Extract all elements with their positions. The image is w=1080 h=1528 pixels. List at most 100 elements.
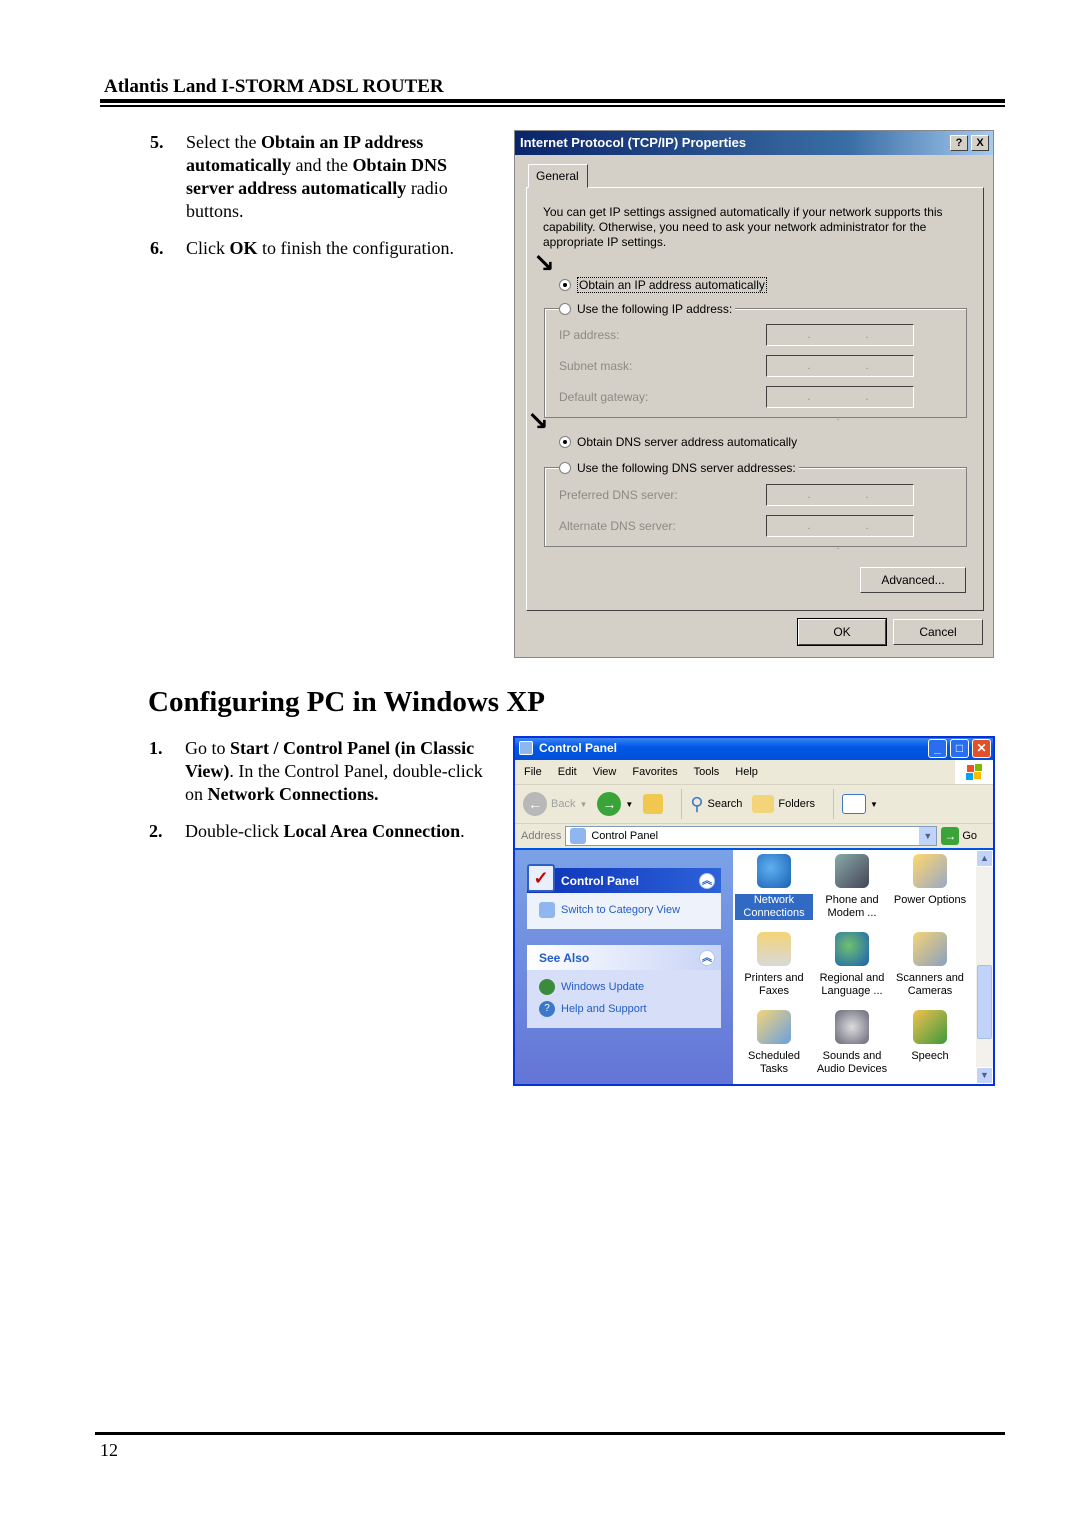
radio-use-following-dns[interactable]: Use the following DNS server addresses: <box>559 461 799 475</box>
collapse-chevron-icon[interactable]: ︽ <box>699 949 715 966</box>
radio-obtain-dns-auto[interactable]: Obtain DNS server address automatically <box>559 435 797 449</box>
menu-edit[interactable]: Edit <box>558 766 577 778</box>
menu-tools[interactable]: Tools <box>694 766 720 778</box>
ip-address-input[interactable]: . . . <box>766 355 914 392</box>
minimize-button[interactable]: _ <box>928 739 947 758</box>
icon-view: Network Connections Phone and Modem ... Po… <box>733 850 993 1084</box>
step-number: 5. <box>150 132 164 152</box>
menu-help[interactable]: Help <box>735 766 758 778</box>
ok-button[interactable]: OK <box>797 618 887 646</box>
ip-address-input[interactable]: . . . <box>766 484 914 521</box>
tcpip-properties-dialog: Internet Protocol (TCP/IP) Properties ? … <box>514 130 994 658</box>
go-arrow-icon: → <box>941 827 960 845</box>
go-button[interactable]: → Go <box>941 827 977 845</box>
folders-icon <box>752 795 775 813</box>
scanner-camera-icon <box>913 932 947 966</box>
address-bar: Address Control Panel ▼ → Go <box>515 824 993 848</box>
arrow-pointer-icon: ↘ <box>533 249 555 279</box>
ip-address-input[interactable]: . . . <box>766 386 914 423</box>
printer-icon <box>757 932 791 966</box>
steps-list-bottom: 1. Go to Start / Control Panel (in Classi… <box>149 737 489 857</box>
control-panel-item[interactable]: Sounds and Audio Devices <box>813 1010 891 1088</box>
address-input[interactable]: Control Panel ▼ <box>565 826 938 846</box>
ip-address-input[interactable]: . . . <box>766 324 914 361</box>
power-plug-icon <box>913 854 947 888</box>
vertical-scrollbar[interactable]: ▲ ▼ <box>976 850 993 1084</box>
maximize-button[interactable]: □ <box>950 739 969 758</box>
item-label: Scheduled Tasks <box>748 1050 800 1075</box>
header-rule-thin <box>100 105 1005 107</box>
step-item: 5. Select the Obtain an IP address automa… <box>150 131 490 223</box>
menu-view[interactable]: View <box>593 766 617 778</box>
help-icon: ? <box>539 1001 555 1017</box>
step-item: 1. Go to Start / Control Panel (in Classi… <box>149 737 489 806</box>
intro-text: You can get IP settings assigned automat… <box>543 205 943 249</box>
radio-use-following-ip[interactable]: Use the following IP address: <box>559 302 736 316</box>
address-dropdown-icon[interactable]: ▼ <box>919 827 937 845</box>
window-body: Control Panel ︽ Switch to Category View … <box>515 850 993 1084</box>
control-panel-item[interactable]: Regional and Language ... <box>813 932 891 1010</box>
phone-modem-icon <box>835 854 869 888</box>
speaker-icon <box>835 1010 869 1044</box>
item-label: Phone and Modem ... <box>825 894 879 919</box>
windows-update-link[interactable]: Windows Update <box>539 976 711 998</box>
radio-label: Use the following DNS server addresses: <box>577 461 796 475</box>
scrollbar-thumb[interactable] <box>977 965 992 1039</box>
up-folder-button[interactable] <box>643 794 664 814</box>
scroll-down-icon[interactable]: ▼ <box>976 1067 993 1084</box>
window-title: Control Panel <box>539 741 618 755</box>
step-item: 6. Click OK to finish the configuration. <box>150 237 490 260</box>
speech-person-icon <box>913 1010 947 1044</box>
help-button[interactable]: ? <box>950 135 968 151</box>
folders-button[interactable]: Folders <box>752 795 815 813</box>
control-panel-item[interactable]: Scanners and Cameras <box>891 932 969 1010</box>
step-emphasis: Local Area Connection <box>283 821 461 841</box>
taskbox-header[interactable]: Control Panel ︽ <box>527 868 721 893</box>
close-button[interactable]: X <box>971 135 989 151</box>
control-panel-window: Control Panel _ □ ✕ File Edit View Favorite… <box>513 736 995 1086</box>
menu-file[interactable]: File <box>524 766 542 778</box>
clock-folder-icon <box>757 1010 791 1044</box>
control-panel-item[interactable]: Phone and Modem ... <box>813 854 891 932</box>
control-panel-item[interactable]: Printers and Faxes <box>735 932 813 1010</box>
scroll-up-icon[interactable]: ▲ <box>976 850 993 867</box>
chevron-down-icon: ▼ <box>625 799 634 809</box>
field-label: IP address: <box>559 328 620 342</box>
ip-address-input[interactable]: . . . <box>766 515 914 552</box>
step-number: 1. <box>149 738 163 758</box>
close-button[interactable]: ✕ <box>972 739 991 758</box>
search-button[interactable]: ⚲ Search <box>690 794 742 815</box>
item-label: Power Options <box>893 894 967 906</box>
step-number: 6. <box>150 238 164 258</box>
step-text: to finish the configuration. <box>257 238 454 258</box>
collapse-chevron-icon[interactable]: ︽ <box>699 872 715 889</box>
help-and-support-link[interactable]: ? Help and Support <box>539 998 711 1020</box>
control-panel-item[interactable]: Network Connections <box>735 854 813 932</box>
field-label: Preferred DNS server: <box>559 488 678 502</box>
step-text: Double-click <box>185 821 284 841</box>
cancel-button[interactable]: Cancel <box>893 619 983 645</box>
step-number: 2. <box>149 821 163 841</box>
radio-obtain-ip-auto[interactable]: Obtain an IP address automatically <box>559 277 767 293</box>
forward-button[interactable]: → ▼ <box>597 792 633 816</box>
advanced-button[interactable]: Advanced... <box>860 567 966 593</box>
toolbar-separator <box>681 789 683 819</box>
taskbox-header[interactable]: See Also ︽ <box>527 945 721 970</box>
control-panel-item[interactable]: Power Options <box>891 854 969 932</box>
item-label: Printers and Faxes <box>744 972 804 997</box>
menu-favorites[interactable]: Favorites <box>632 766 677 778</box>
header-rule <box>100 99 1005 103</box>
back-button[interactable]: ← Back ▼ <box>523 792 587 816</box>
views-button[interactable]: ▼ <box>842 794 878 814</box>
switch-to-category-view-link[interactable]: Switch to Category View <box>539 899 711 921</box>
control-panel-item[interactable]: Speech <box>891 1010 969 1088</box>
window-title-bar: Control Panel _ □ ✕ <box>515 738 993 760</box>
radio-label: Obtain an IP address automatically <box>577 277 767 293</box>
toolbar: ← Back ▼ → ▼ ⚲ Search Folders ▼ <box>515 784 993 824</box>
back-arrow-icon: ← <box>523 792 547 816</box>
item-label: Regional and Language ... <box>819 972 885 997</box>
steps-list-top: 5. Select the Obtain an IP address automa… <box>150 131 490 274</box>
tab-general[interactable]: General <box>528 164 588 188</box>
control-panel-item[interactable]: Scheduled Tasks <box>735 1010 813 1088</box>
control-panel-icon <box>519 741 533 755</box>
